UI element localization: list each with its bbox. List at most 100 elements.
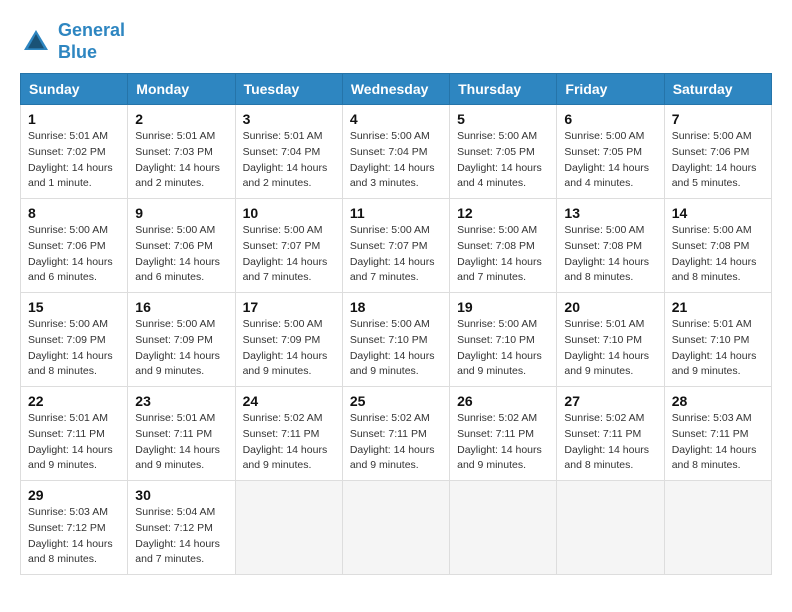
empty-cell	[557, 481, 664, 575]
day-cell-29: 29 Sunrise: 5:03 AM Sunset: 7:12 PM Dayli…	[21, 481, 128, 575]
day-number: 13	[564, 205, 656, 221]
empty-cell	[450, 481, 557, 575]
day-info: Sunrise: 5:00 AM Sunset: 7:09 PM Dayligh…	[243, 317, 335, 380]
day-number: 27	[564, 393, 656, 409]
day-number: 11	[350, 205, 442, 221]
day-info: Sunrise: 5:01 AM Sunset: 7:10 PM Dayligh…	[564, 317, 656, 380]
day-cell-14: 14 Sunrise: 5:00 AM Sunset: 7:08 PM Dayli…	[664, 199, 771, 293]
logo: General Blue	[20, 20, 125, 63]
header-row: SundayMondayTuesdayWednesdayThursdayFrid…	[21, 74, 772, 105]
day-info: Sunrise: 5:03 AM Sunset: 7:12 PM Dayligh…	[28, 505, 120, 568]
day-cell-8: 8 Sunrise: 5:00 AM Sunset: 7:06 PM Daylig…	[21, 199, 128, 293]
day-cell-7: 7 Sunrise: 5:00 AM Sunset: 7:06 PM Daylig…	[664, 105, 771, 199]
logo-icon	[20, 26, 52, 58]
day-cell-12: 12 Sunrise: 5:00 AM Sunset: 7:08 PM Dayli…	[450, 199, 557, 293]
day-cell-28: 28Sunrise: 5:03 AM Sunset: 7:11 PM Dayli…	[664, 387, 771, 481]
day-number: 28	[672, 393, 764, 409]
header-saturday: Saturday	[664, 74, 771, 105]
day-number: 25	[350, 393, 442, 409]
day-cell-20: 20 Sunrise: 5:01 AM Sunset: 7:10 PM Dayli…	[557, 293, 664, 387]
day-number: 12	[457, 205, 549, 221]
day-cell-21: 21 Sunrise: 5:01 AM Sunset: 7:10 PM Dayli…	[664, 293, 771, 387]
day-info: Sunrise: 5:04 AM Sunset: 7:12 PM Dayligh…	[135, 505, 227, 568]
empty-cell	[342, 481, 449, 575]
day-number: 19	[457, 299, 549, 315]
day-cell-25: 25Sunrise: 5:02 AM Sunset: 7:11 PM Dayli…	[342, 387, 449, 481]
day-info: Sunrise: 5:01 AM Sunset: 7:02 PM Dayligh…	[28, 129, 120, 192]
day-cell-19: 19 Sunrise: 5:00 AM Sunset: 7:10 PM Dayli…	[450, 293, 557, 387]
day-number: 20	[564, 299, 656, 315]
day-cell-30: 30Sunrise: 5:04 AM Sunset: 7:12 PM Dayli…	[128, 481, 235, 575]
day-cell-2: 2 Sunrise: 5:01 AM Sunset: 7:03 PM Daylig…	[128, 105, 235, 199]
day-info: Sunrise: 5:00 AM Sunset: 7:09 PM Dayligh…	[135, 317, 227, 380]
day-number: 5	[457, 111, 549, 127]
day-number: 22	[28, 393, 120, 409]
day-number: 7	[672, 111, 764, 127]
week-row-2: 8 Sunrise: 5:00 AM Sunset: 7:06 PM Daylig…	[21, 199, 772, 293]
header-sunday: Sunday	[21, 74, 128, 105]
day-cell-1: 1 Sunrise: 5:01 AM Sunset: 7:02 PM Daylig…	[21, 105, 128, 199]
day-info: Sunrise: 5:00 AM Sunset: 7:10 PM Dayligh…	[350, 317, 442, 380]
day-info: Sunrise: 5:00 AM Sunset: 7:09 PM Dayligh…	[28, 317, 120, 380]
day-info: Sunrise: 5:01 AM Sunset: 7:11 PM Dayligh…	[28, 411, 120, 474]
day-cell-4: 4 Sunrise: 5:00 AM Sunset: 7:04 PM Daylig…	[342, 105, 449, 199]
day-cell-3: 3 Sunrise: 5:01 AM Sunset: 7:04 PM Daylig…	[235, 105, 342, 199]
day-number: 8	[28, 205, 120, 221]
header-monday: Monday	[128, 74, 235, 105]
week-row-5: 29 Sunrise: 5:03 AM Sunset: 7:12 PM Dayli…	[21, 481, 772, 575]
day-info: Sunrise: 5:00 AM Sunset: 7:07 PM Dayligh…	[350, 223, 442, 286]
day-number: 6	[564, 111, 656, 127]
day-number: 24	[243, 393, 335, 409]
empty-cell	[235, 481, 342, 575]
day-number: 4	[350, 111, 442, 127]
day-info: Sunrise: 5:00 AM Sunset: 7:06 PM Dayligh…	[672, 129, 764, 192]
day-info: Sunrise: 5:02 AM Sunset: 7:11 PM Dayligh…	[243, 411, 335, 474]
day-info: Sunrise: 5:02 AM Sunset: 7:11 PM Dayligh…	[457, 411, 549, 474]
day-cell-18: 18 Sunrise: 5:00 AM Sunset: 7:10 PM Dayli…	[342, 293, 449, 387]
day-info: Sunrise: 5:00 AM Sunset: 7:04 PM Dayligh…	[350, 129, 442, 192]
week-row-1: 1 Sunrise: 5:01 AM Sunset: 7:02 PM Daylig…	[21, 105, 772, 199]
header-thursday: Thursday	[450, 74, 557, 105]
day-cell-16: 16 Sunrise: 5:00 AM Sunset: 7:09 PM Dayli…	[128, 293, 235, 387]
day-info: Sunrise: 5:01 AM Sunset: 7:11 PM Dayligh…	[135, 411, 227, 474]
day-info: Sunrise: 5:01 AM Sunset: 7:04 PM Dayligh…	[243, 129, 335, 192]
day-cell-10: 10Sunrise: 5:00 AM Sunset: 7:07 PM Dayli…	[235, 199, 342, 293]
page-header: General Blue	[20, 20, 772, 63]
day-number: 18	[350, 299, 442, 315]
day-number: 17	[243, 299, 335, 315]
day-number: 23	[135, 393, 227, 409]
day-cell-17: 17 Sunrise: 5:00 AM Sunset: 7:09 PM Dayli…	[235, 293, 342, 387]
day-cell-9: 9Sunrise: 5:00 AM Sunset: 7:06 PM Daylig…	[128, 199, 235, 293]
header-friday: Friday	[557, 74, 664, 105]
day-number: 29	[28, 487, 120, 503]
day-cell-11: 11 Sunrise: 5:00 AM Sunset: 7:07 PM Dayli…	[342, 199, 449, 293]
day-number: 21	[672, 299, 764, 315]
day-info: Sunrise: 5:01 AM Sunset: 7:03 PM Dayligh…	[135, 129, 227, 192]
day-number: 1	[28, 111, 120, 127]
day-cell-26: 26 Sunrise: 5:02 AM Sunset: 7:11 PM Dayli…	[450, 387, 557, 481]
day-info: Sunrise: 5:00 AM Sunset: 7:05 PM Dayligh…	[457, 129, 549, 192]
day-number: 2	[135, 111, 227, 127]
day-number: 26	[457, 393, 549, 409]
day-info: Sunrise: 5:00 AM Sunset: 7:08 PM Dayligh…	[457, 223, 549, 286]
header-wednesday: Wednesday	[342, 74, 449, 105]
day-number: 16	[135, 299, 227, 315]
calendar-table: SundayMondayTuesdayWednesdayThursdayFrid…	[20, 73, 772, 575]
week-row-3: 15 Sunrise: 5:00 AM Sunset: 7:09 PM Dayli…	[21, 293, 772, 387]
day-cell-27: 27Sunrise: 5:02 AM Sunset: 7:11 PM Dayli…	[557, 387, 664, 481]
day-number: 15	[28, 299, 120, 315]
empty-cell	[664, 481, 771, 575]
day-cell-13: 13 Sunrise: 5:00 AM Sunset: 7:08 PM Dayli…	[557, 199, 664, 293]
day-info: Sunrise: 5:00 AM Sunset: 7:06 PM Dayligh…	[135, 223, 227, 286]
day-number: 3	[243, 111, 335, 127]
day-info: Sunrise: 5:00 AM Sunset: 7:06 PM Dayligh…	[28, 223, 120, 286]
day-info: Sunrise: 5:01 AM Sunset: 7:10 PM Dayligh…	[672, 317, 764, 380]
day-info: Sunrise: 5:00 AM Sunset: 7:10 PM Dayligh…	[457, 317, 549, 380]
day-info: Sunrise: 5:00 AM Sunset: 7:08 PM Dayligh…	[564, 223, 656, 286]
day-cell-6: 6Sunrise: 5:00 AM Sunset: 7:05 PM Daylig…	[557, 105, 664, 199]
day-number: 14	[672, 205, 764, 221]
header-tuesday: Tuesday	[235, 74, 342, 105]
day-cell-24: 24 Sunrise: 5:02 AM Sunset: 7:11 PM Dayli…	[235, 387, 342, 481]
day-info: Sunrise: 5:00 AM Sunset: 7:08 PM Dayligh…	[672, 223, 764, 286]
logo-text: General Blue	[58, 20, 125, 63]
